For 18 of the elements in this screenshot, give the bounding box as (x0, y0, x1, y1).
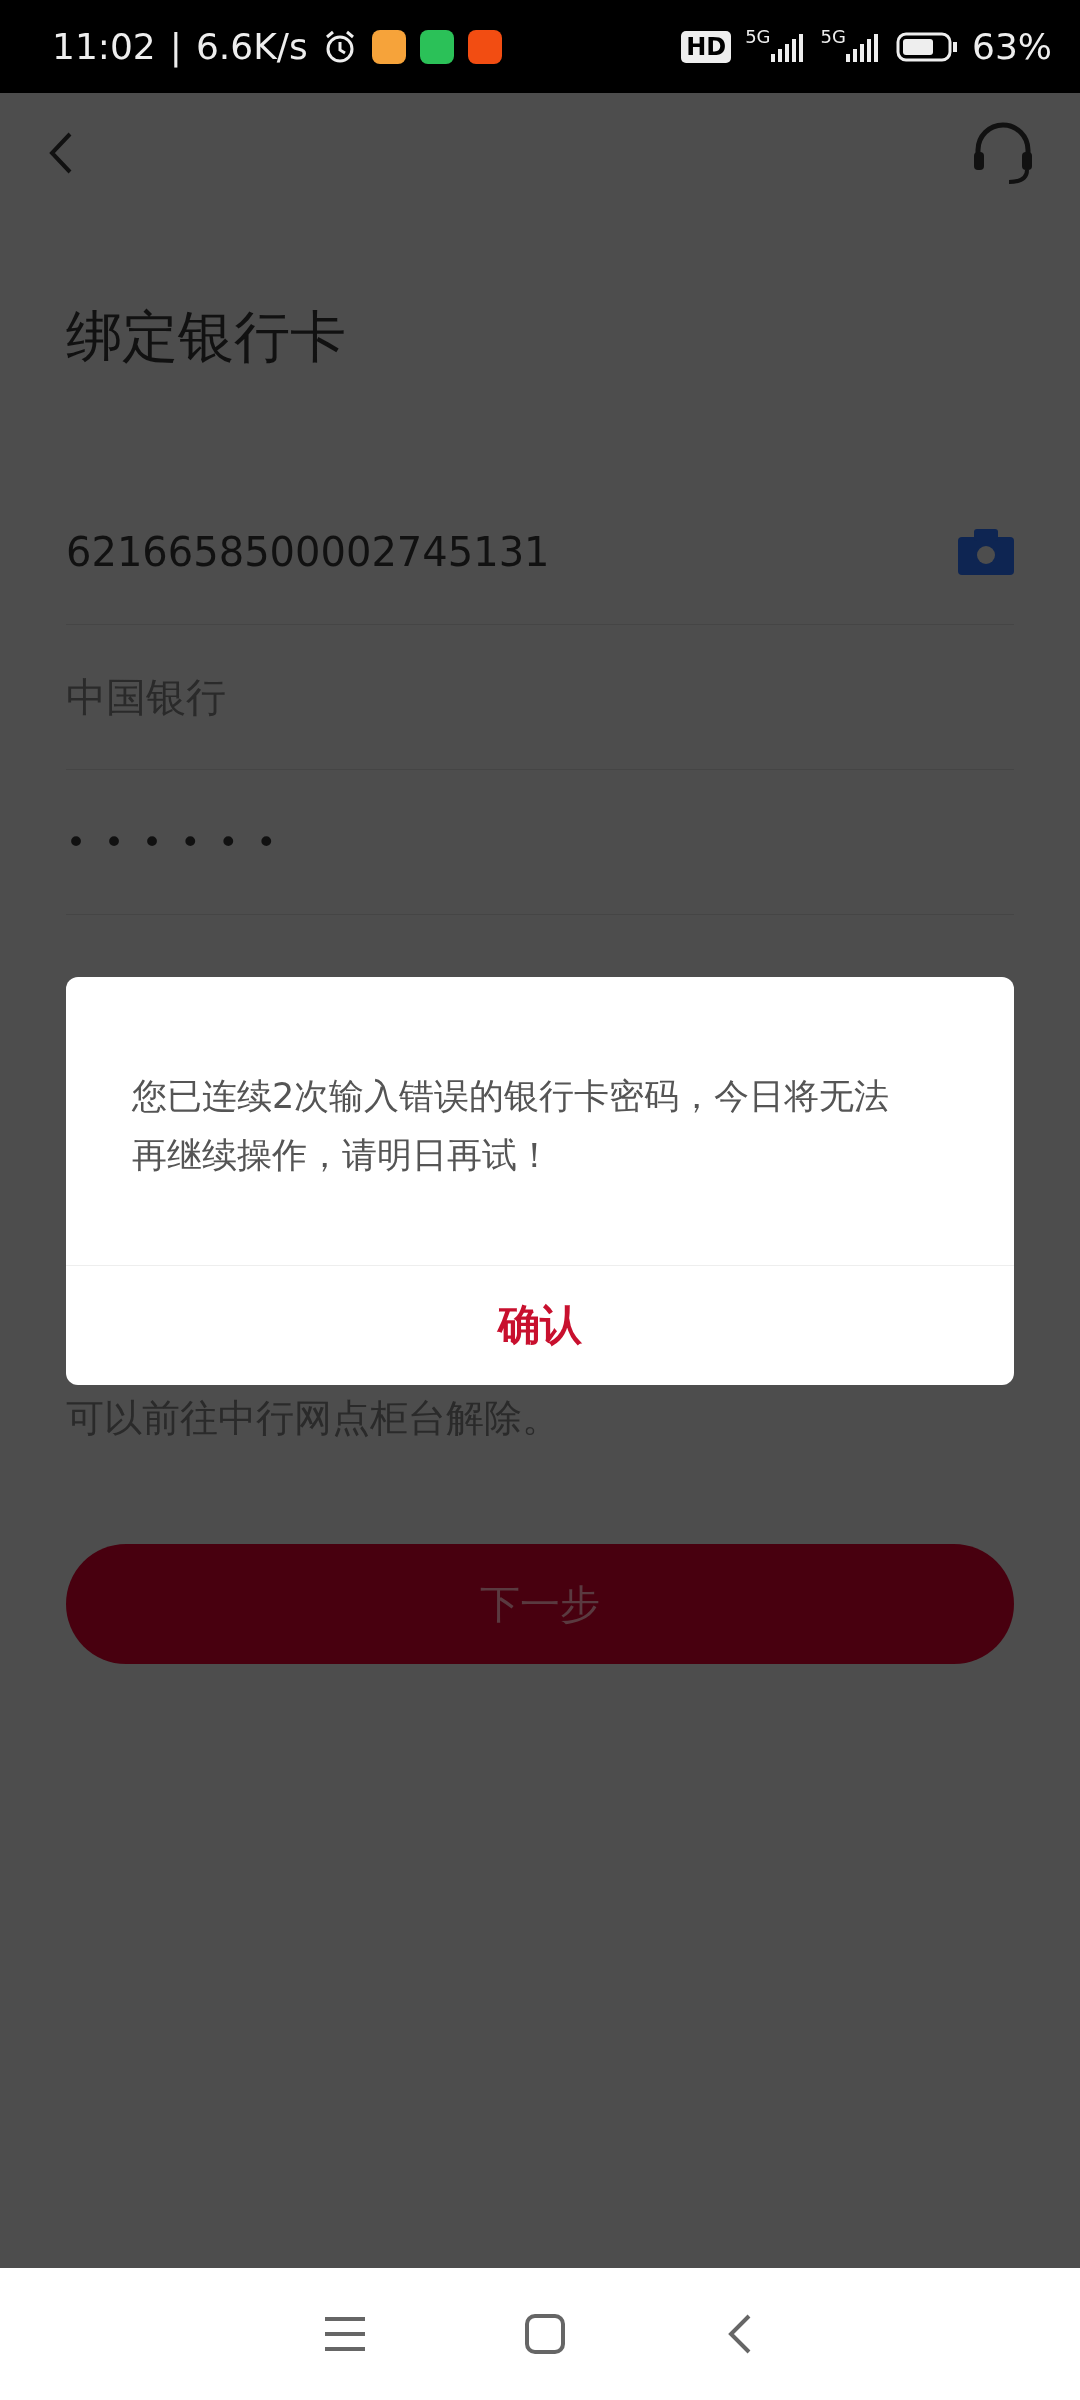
hd-badge: HD (681, 30, 732, 63)
chat-app-icon (419, 29, 454, 64)
network-type: 5G (820, 25, 846, 47)
battery-icon (896, 30, 958, 63)
video-app-icon (467, 29, 502, 64)
network-type: 5G (745, 25, 771, 47)
notes-app-icon (371, 29, 406, 64)
dialog-message: 您已连续2次输入错误的银行卡密码，今日将无法再继续操作，请明日再试！ (131, 1075, 891, 1177)
page-title: 绑定银行卡 (66, 303, 347, 371)
battery-percent: 63% (972, 26, 1052, 67)
separator-text: | (169, 26, 182, 67)
clock-time: 11:02 (52, 26, 156, 67)
menu-icon[interactable] (325, 2316, 365, 2352)
network-speed: 6.6K/s (195, 26, 308, 67)
confirm-button[interactable]: 确认 (66, 1264, 1014, 1385)
card-number-field[interactable]: 6216658500002745131 (66, 529, 766, 576)
password-field[interactable]: •••••• (66, 822, 766, 863)
home-icon[interactable] (525, 2314, 565, 2354)
